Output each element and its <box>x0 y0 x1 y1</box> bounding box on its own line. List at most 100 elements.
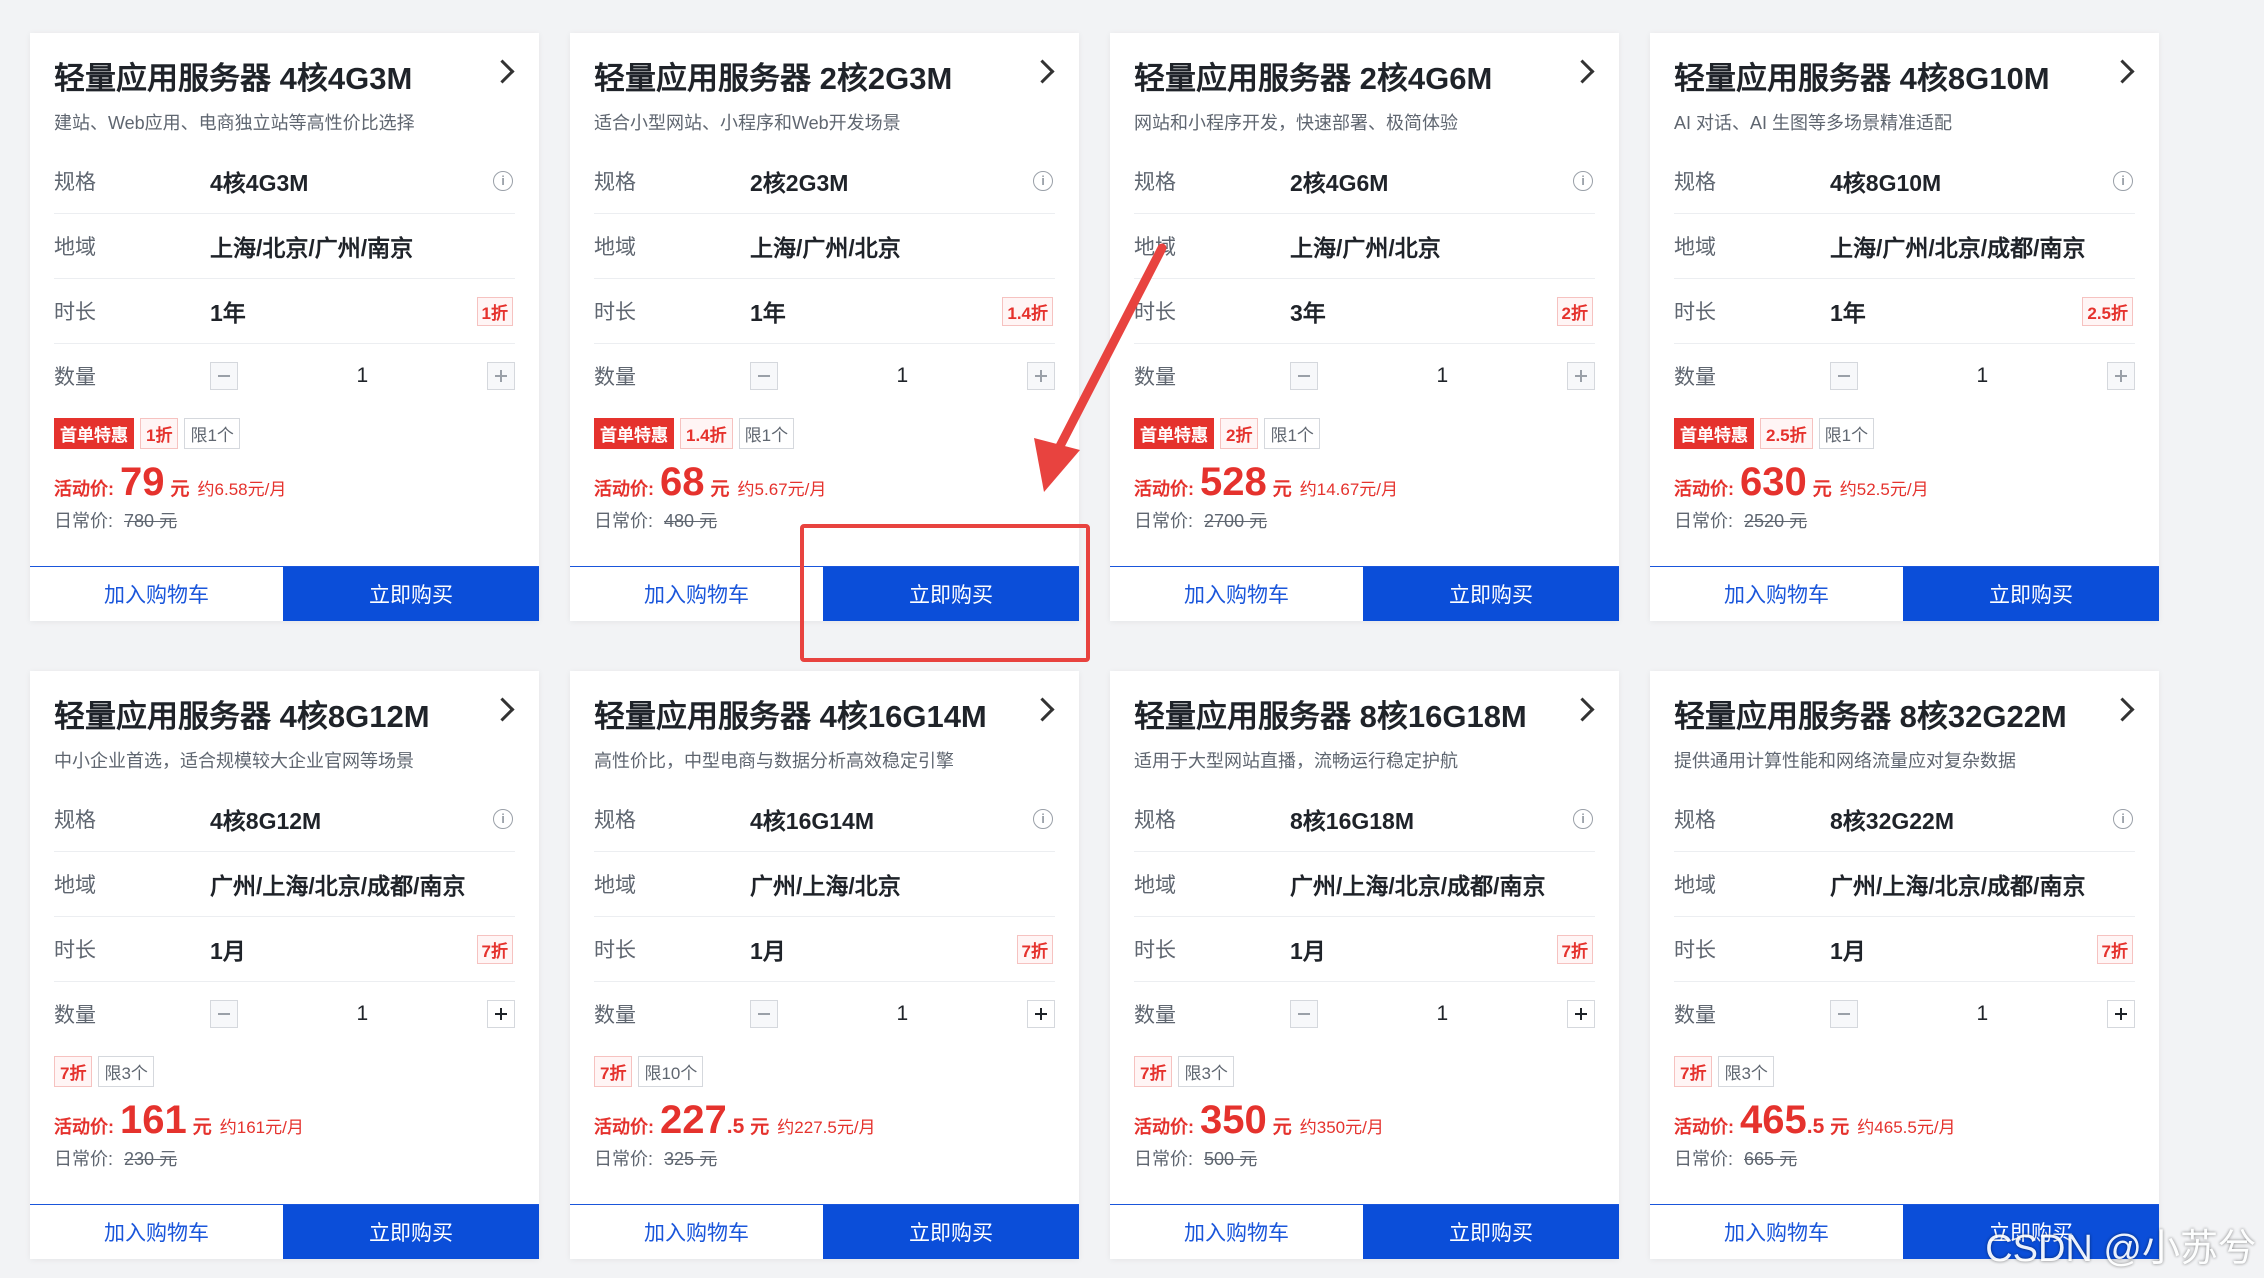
promo-price: 活动价: 79 元 约6.58元/月 <box>54 460 539 505</box>
quantity-label: 数量 <box>1674 1004 1716 1027</box>
info-icon[interactable]: i <box>2113 809 2133 829</box>
info-icon[interactable]: i <box>2113 171 2133 191</box>
spec-value[interactable]: 8核32G22M <box>1830 802 1954 836</box>
add-to-cart-button[interactable]: 加入购物车 <box>1650 1205 1903 1259</box>
quantity-value[interactable]: 1 <box>238 364 487 388</box>
minus-icon[interactable] <box>209 362 238 390</box>
quantity-stepper: 1 <box>209 997 515 1031</box>
region-value[interactable]: 上海/广州/北京/成都/南京 <box>1830 229 2086 263</box>
add-to-cart-button[interactable]: 加入购物车 <box>30 567 283 621</box>
buy-now-button[interactable]: 立即购买 <box>1363 567 1619 621</box>
buy-now-button[interactable]: 立即购买 <box>823 567 1079 621</box>
promo-price: 活动价: 465.5 元 约465.5元/月 <box>1674 1098 2159 1143</box>
minus-icon[interactable] <box>1829 1000 1858 1028</box>
spec-value[interactable]: 4核8G10M <box>1830 164 1941 198</box>
info-icon[interactable]: i <box>1573 171 1593 191</box>
duration-value[interactable]: 1月 <box>210 932 246 966</box>
quantity-value[interactable]: 1 <box>1858 364 2107 388</box>
add-to-cart-button[interactable]: 加入购物车 <box>30 1205 283 1259</box>
card-title[interactable]: 轻量应用服务器 8核32G22M <box>1674 697 2135 737</box>
duration-value[interactable]: 1月 <box>750 932 786 966</box>
monthly-price: 约161元/月 <box>219 1118 304 1137</box>
tag-first-order: 首单特惠 <box>1134 417 1214 449</box>
buy-now-button[interactable]: 立即购买 <box>1363 1205 1619 1259</box>
card-title[interactable]: 轻量应用服务器 2核2G3M <box>594 59 1055 99</box>
spec-value[interactable]: 4核8G12M <box>210 802 321 836</box>
quantity-value[interactable]: 1 <box>1318 364 1567 388</box>
spec-value[interactable]: 2核4G6M <box>1290 164 1388 198</box>
card-title[interactable]: 轻量应用服务器 4核8G12M <box>54 697 515 737</box>
buy-now-button[interactable]: 立即购买 <box>1903 567 2159 621</box>
plus-icon[interactable] <box>1027 1000 1055 1028</box>
buy-now-button[interactable]: 立即购买 <box>823 1205 1079 1259</box>
plus-icon[interactable] <box>1027 362 1055 390</box>
minus-icon[interactable] <box>1289 1000 1318 1028</box>
plus-icon[interactable] <box>487 362 515 390</box>
region-value[interactable]: 广州/上海/北京/成都/南京 <box>1830 867 2086 901</box>
minus-icon[interactable] <box>1829 362 1858 390</box>
duration-value[interactable]: 1年 <box>210 294 246 328</box>
spec-row: 规格 2核2G3M i <box>594 149 1055 214</box>
card-actions: 加入购物车 立即购买 <box>1650 566 2159 621</box>
card-title[interactable]: 轻量应用服务器 4核16G14M <box>594 697 1055 737</box>
buy-now-button[interactable]: 立即购买 <box>283 567 539 621</box>
info-icon[interactable]: i <box>493 809 513 829</box>
spec-row: 规格 8核16G18M i <box>1134 787 1595 852</box>
duration-value[interactable]: 1年 <box>1830 294 1866 328</box>
card-title[interactable]: 轻量应用服务器 2核4G6M <box>1134 59 1595 99</box>
price-unit: 元 <box>1272 479 1292 500</box>
info-icon[interactable]: i <box>1573 809 1593 829</box>
info-icon[interactable]: i <box>1033 809 1053 829</box>
spec-value[interactable]: 2核2G3M <box>750 164 848 198</box>
minus-icon[interactable] <box>209 1000 238 1028</box>
add-to-cart-button[interactable]: 加入购物车 <box>570 1205 823 1259</box>
card-title[interactable]: 轻量应用服务器 4核4G3M <box>54 59 515 99</box>
duration-label: 时长 <box>594 301 636 324</box>
duration-value[interactable]: 1年 <box>750 294 786 328</box>
spec-label: 规格 <box>1674 809 1716 832</box>
price-value: 465 <box>1740 1098 1807 1142</box>
quantity-label: 数量 <box>1134 366 1176 389</box>
region-value[interactable]: 上海/北京/广州/南京 <box>210 229 413 263</box>
plus-icon[interactable] <box>2107 1000 2135 1028</box>
add-to-cart-button[interactable]: 加入购物车 <box>1110 567 1363 621</box>
spec-value[interactable]: 4核16G14M <box>750 802 874 836</box>
minus-icon[interactable] <box>749 1000 778 1028</box>
info-icon[interactable]: i <box>493 171 513 191</box>
duration-value[interactable]: 3年 <box>1290 294 1326 328</box>
price-unit: 元 <box>710 479 730 500</box>
quantity-value[interactable]: 1 <box>1318 1002 1567 1026</box>
add-to-cart-button[interactable]: 加入购物车 <box>1110 1205 1363 1259</box>
card-title[interactable]: 轻量应用服务器 8核16G18M <box>1134 697 1595 737</box>
tag-first-order: 首单特惠 <box>594 417 674 449</box>
spec-value[interactable]: 8核16G18M <box>1290 802 1414 836</box>
plus-icon[interactable] <box>1567 362 1595 390</box>
duration-value[interactable]: 1月 <box>1830 932 1866 966</box>
plus-icon[interactable] <box>2107 362 2135 390</box>
original-price: 日常价: 325 元 <box>594 1145 1079 1171</box>
add-to-cart-button[interactable]: 加入购物车 <box>1650 567 1903 621</box>
region-value[interactable]: 广州/上海/北京/成都/南京 <box>1290 867 1546 901</box>
monthly-price: 约350元/月 <box>1299 1118 1384 1137</box>
add-to-cart-button[interactable]: 加入购物车 <box>570 567 823 621</box>
plus-icon[interactable] <box>1567 1000 1595 1028</box>
spec-value[interactable]: 4核4G3M <box>210 164 308 198</box>
spec-label: 规格 <box>1674 171 1716 194</box>
plus-icon[interactable] <box>487 1000 515 1028</box>
region-value[interactable]: 广州/上海/北京 <box>750 867 901 901</box>
region-value[interactable]: 上海/广州/北京 <box>1290 229 1441 263</box>
quantity-value[interactable]: 1 <box>1858 1002 2107 1026</box>
buy-now-button[interactable]: 立即购买 <box>283 1205 539 1259</box>
quantity-value[interactable]: 1 <box>778 1002 1027 1026</box>
minus-icon[interactable] <box>1289 362 1318 390</box>
minus-icon[interactable] <box>749 362 778 390</box>
duration-value[interactable]: 1月 <box>1290 932 1326 966</box>
region-value[interactable]: 广州/上海/北京/成都/南京 <box>210 867 466 901</box>
card-title[interactable]: 轻量应用服务器 4核8G10M <box>1674 59 2135 99</box>
original-price-label: 日常价: <box>1134 1149 1194 1169</box>
info-icon[interactable]: i <box>1033 171 1053 191</box>
quantity-value[interactable]: 1 <box>238 1002 487 1026</box>
region-value[interactable]: 上海/广州/北京 <box>750 229 901 263</box>
quantity-value[interactable]: 1 <box>778 364 1027 388</box>
card-subtitle: 高性价比，中型电商与数据分析高效稳定引擎 <box>594 751 954 771</box>
